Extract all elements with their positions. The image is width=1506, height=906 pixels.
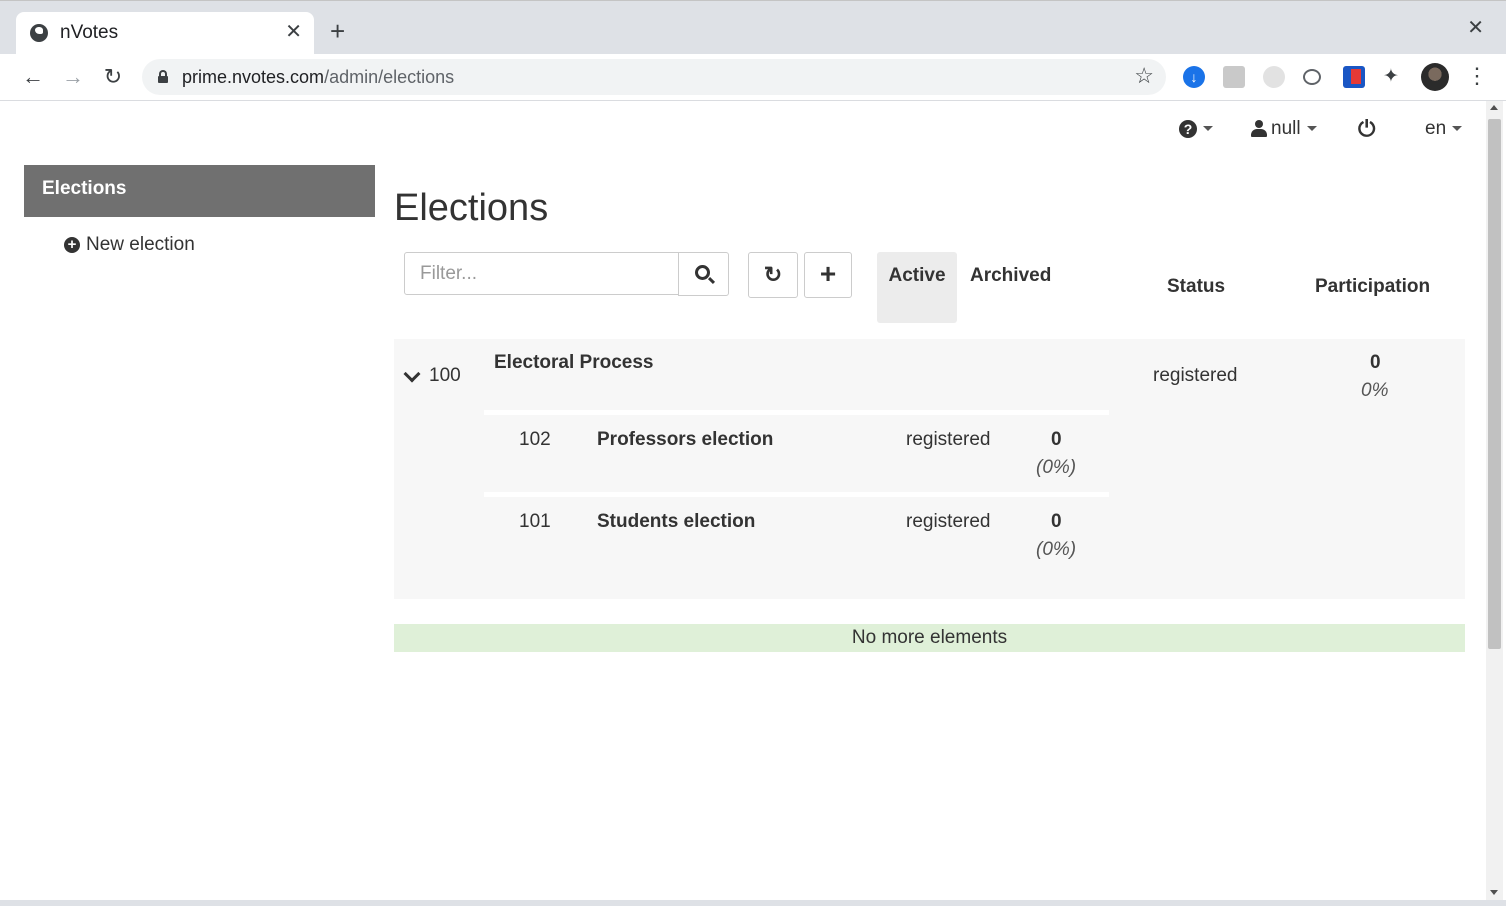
reload-icon[interactable]: ↻: [98, 63, 128, 91]
address-bar[interactable]: prime.nvotes.com/admin/elections ☆: [142, 59, 1166, 95]
tab-archived[interactable]: Archived: [970, 265, 1051, 287]
window-bottom-edge: [0, 900, 1506, 906]
group-participation-count: 0: [1370, 352, 1381, 373]
url-path: /admin/elections: [324, 67, 455, 87]
help-menu[interactable]: ?: [1179, 118, 1213, 140]
election-name[interactable]: Professors election: [597, 429, 773, 451]
row-divider: [484, 492, 1109, 497]
new-tab-button[interactable]: +: [330, 18, 345, 44]
group-id[interactable]: 100: [429, 365, 461, 387]
refresh-icon: ↻: [763, 262, 783, 287]
add-election-button[interactable]: +: [804, 252, 852, 298]
group-participation-percent: 0%: [1361, 380, 1389, 401]
filter-input[interactable]: [404, 252, 679, 295]
plus-icon: +: [819, 258, 837, 289]
election-participation-percent: (0%): [1036, 539, 1077, 560]
refresh-button[interactable]: ↻: [748, 252, 798, 298]
election-status: registered: [906, 511, 991, 532]
forward-icon[interactable]: →: [58, 63, 88, 91]
chevron-down-icon: [1203, 126, 1213, 132]
scroll-up-icon[interactable]: [1490, 105, 1498, 110]
status-column-header: Status: [1167, 276, 1226, 297]
help-icon: ?: [1179, 119, 1197, 138]
group-status: registered: [1153, 365, 1238, 386]
search-button[interactable]: [678, 252, 729, 296]
election-name[interactable]: Students election: [597, 511, 755, 533]
lock-icon: [158, 70, 168, 83]
chevron-down-icon[interactable]: [403, 365, 421, 383]
globe-icon: [30, 24, 48, 42]
kebab-menu-icon[interactable]: ⋮: [1466, 62, 1488, 90]
new-election-link[interactable]: + New election: [64, 234, 195, 256]
tab-active[interactable]: Active: [877, 252, 957, 323]
plus-circle-icon: +: [64, 237, 80, 253]
browser-toolbar: ← → ↻ prime.nvotes.com/admin/elections ☆…: [0, 54, 1506, 101]
no-more-elements-message: No more elements: [394, 624, 1465, 652]
url-host: prime.nvotes.com: [182, 67, 325, 87]
language-menu[interactable]: en: [1425, 118, 1463, 140]
extension-briefcase-icon[interactable]: [1223, 66, 1245, 88]
election-participation-percent: (0%): [1036, 457, 1077, 478]
window-close-button[interactable]: ✕: [1467, 15, 1484, 40]
sidebar-item-elections[interactable]: Elections: [24, 165, 375, 217]
election-participation-count: 0: [1051, 429, 1062, 450]
tab-close-icon[interactable]: ✕: [285, 20, 302, 44]
user-icon: [1251, 120, 1267, 138]
extension-react-icon[interactable]: [1263, 66, 1285, 88]
participation-column-header: Participation: [1315, 276, 1431, 297]
bookmark-star-icon[interactable]: ☆: [1134, 63, 1154, 89]
group-name[interactable]: Electoral Process: [494, 352, 653, 374]
tab-title: nVotes: [60, 22, 119, 43]
power-icon: ⏻: [1358, 116, 1376, 141]
logout-button[interactable]: ⏻: [1358, 116, 1375, 142]
back-icon[interactable]: ←: [18, 63, 48, 91]
new-election-label: New election: [86, 234, 195, 255]
scroll-down-icon[interactable]: [1490, 890, 1498, 895]
page-title: Elections: [394, 187, 549, 229]
puzzle-icon[interactable]: ✦: [1383, 66, 1405, 88]
extension-bookmark-icon[interactable]: [1343, 66, 1365, 88]
browser-tab[interactable]: nVotes ✕: [16, 12, 314, 55]
scroll-thumb[interactable]: [1488, 119, 1501, 649]
row-divider: [484, 410, 1109, 415]
language-label: en: [1425, 118, 1447, 139]
page-content: ? null ⏻ en Elections + New election Elec…: [0, 101, 1486, 901]
extension-chat-icon[interactable]: [1303, 69, 1321, 85]
election-group: 100 Electoral Process registered 0 0% 10…: [394, 339, 1465, 599]
chevron-down-icon: [1306, 126, 1317, 132]
chevron-down-icon: [1452, 126, 1463, 132]
url-text: prime.nvotes.com/admin/elections: [182, 67, 454, 88]
user-menu[interactable]: null: [1251, 118, 1317, 140]
page-scrollbar[interactable]: [1486, 101, 1503, 901]
user-name: null: [1271, 118, 1301, 139]
download-icon[interactable]: ↓: [1183, 66, 1205, 88]
election-status: registered: [906, 429, 991, 450]
browser-tabbar: nVotes ✕ + ✕: [0, 0, 1506, 55]
election-participation-count: 0: [1051, 511, 1062, 532]
election-id: 102: [519, 429, 551, 450]
election-id: 101: [519, 511, 551, 532]
profile-avatar[interactable]: [1421, 63, 1449, 91]
